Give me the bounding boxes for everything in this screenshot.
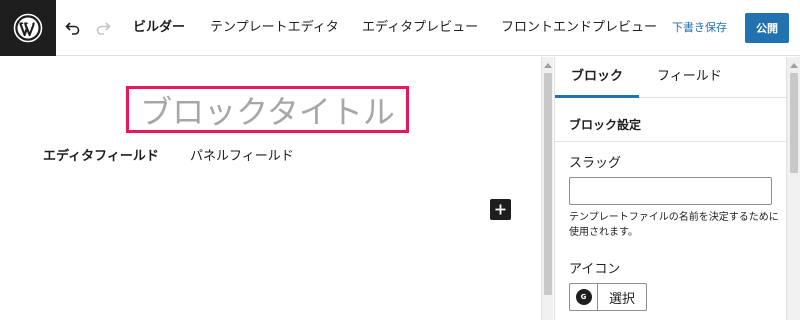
block-settings-heading[interactable]: ブロック設定 [569, 116, 641, 133]
tab-panel-fields[interactable]: パネルフィールド [190, 145, 294, 164]
nav-editor-preview[interactable]: エディタプレビュー [362, 0, 478, 56]
editor-canvas: ブロックタイトル エディタフィールド パネルフィールド [0, 57, 540, 320]
scroll-up-icon[interactable] [790, 63, 798, 68]
block-icon: G [575, 289, 592, 305]
slug-help-text: テンプレートファイルの名前を決定するために使用されます。 [569, 212, 779, 238]
icon-select-button[interactable]: 選択 [598, 284, 646, 310]
plus-icon[interactable] [490, 199, 511, 220]
sidebar-scrollbar[interactable] [786, 57, 800, 320]
nav-template-editor[interactable]: テンプレートエディタ [210, 0, 339, 56]
tab-block[interactable]: ブロック [555, 57, 639, 98]
nav-frontend-preview[interactable]: フロントエンドプレビュー [501, 0, 657, 56]
wordpress-logo-icon[interactable] [0, 0, 56, 56]
block-title-highlight[interactable]: ブロックタイトル [126, 86, 409, 133]
editor-scrollbar[interactable] [541, 57, 553, 320]
save-draft-button[interactable]: 下書き保存 [672, 17, 727, 39]
sidebar-tabs: ブロック フィールド [555, 57, 787, 98]
publish-button[interactable]: 公開 [745, 13, 789, 43]
icon-picker[interactable]: G 選択 [569, 283, 647, 311]
settings-sidebar: ブロック フィールド ブロック設定 スラッグ テンプレートファイルの名前を決定す… [554, 57, 787, 320]
undo-icon[interactable] [62, 17, 84, 39]
scrollbar-thumb[interactable] [544, 73, 552, 295]
tab-editor-fields[interactable]: エディタフィールド [43, 145, 159, 164]
block-title[interactable]: ブロックタイトル [140, 87, 395, 133]
tab-fields[interactable]: フィールド [657, 57, 722, 98]
scrollbar-thumb[interactable] [790, 73, 798, 173]
top-toolbar: ビルダー テンプレートエディタ エディタプレビュー フロントエンドプレビュー 下… [0, 0, 800, 56]
icon-label: アイコン [569, 262, 621, 277]
nav-builder[interactable]: ビルダー [133, 0, 185, 56]
slug-label: スラッグ [569, 156, 622, 171]
scroll-up-icon[interactable] [544, 63, 552, 68]
block-icon-preview: G [570, 284, 598, 310]
redo-icon[interactable] [92, 17, 114, 39]
section-divider [555, 141, 787, 142]
slug-input[interactable] [569, 177, 772, 205]
